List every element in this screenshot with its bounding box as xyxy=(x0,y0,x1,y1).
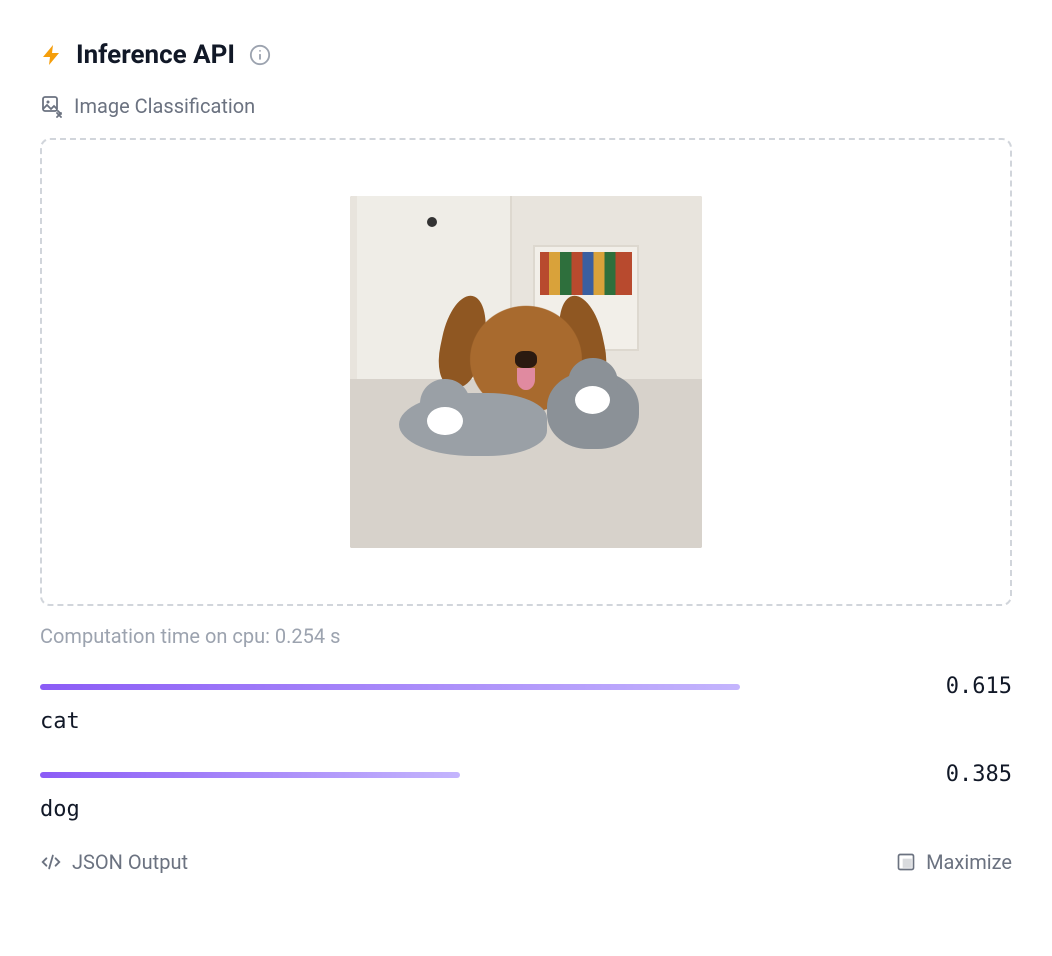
maximize-icon xyxy=(896,852,916,872)
json-output-label: JSON Output xyxy=(72,850,188,874)
image-classification-icon xyxy=(40,94,64,118)
code-icon xyxy=(40,851,62,873)
bolt-icon xyxy=(40,41,64,69)
task-label: Image Classification xyxy=(74,94,255,118)
class-label: cat xyxy=(40,709,1012,734)
result-row: 0.385 dog xyxy=(40,762,1012,822)
info-icon[interactable] xyxy=(249,44,271,66)
widget-footer: JSON Output Maximize xyxy=(40,850,1012,874)
result-row: 0.615 cat xyxy=(40,674,1012,734)
score-value: 0.615 xyxy=(946,674,1012,699)
maximize-label: Maximize xyxy=(926,850,1012,874)
class-label: dog xyxy=(40,797,1012,822)
json-output-button[interactable]: JSON Output xyxy=(40,850,188,874)
results-list: 0.615 cat 0.385 dog xyxy=(40,674,1012,822)
widget-title: Inference API xyxy=(76,40,235,70)
score-value: 0.385 xyxy=(946,762,1012,787)
score-bar xyxy=(40,684,740,690)
image-dropzone[interactable] xyxy=(40,138,1012,606)
task-row[interactable]: Image Classification xyxy=(40,94,1012,118)
maximize-button[interactable]: Maximize xyxy=(896,850,1012,874)
score-bar xyxy=(40,772,740,778)
widget-header: Inference API xyxy=(40,40,1012,70)
computation-time: Computation time on cpu: 0.254 s xyxy=(40,624,1012,648)
input-image-preview xyxy=(350,196,702,548)
